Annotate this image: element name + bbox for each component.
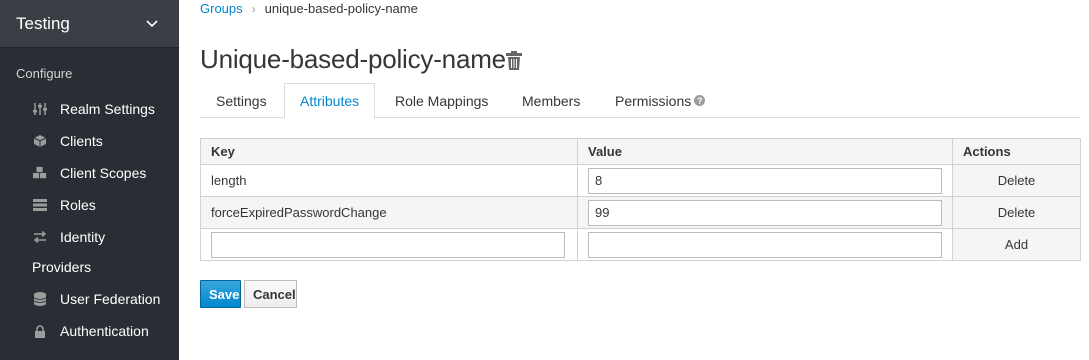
section-label-configure: Configure — [16, 66, 73, 81]
help-icon[interactable]: ? — [694, 95, 706, 106]
tab-label: Role Mappings — [395, 92, 489, 109]
sidebar-item-label: Providers — [32, 259, 92, 275]
tab-permissions[interactable]: Permissions ? — [600, 83, 720, 118]
new-value-input[interactable] — [588, 231, 942, 258]
sidebar-item-label: Authentication — [60, 323, 149, 339]
action-cell: Add — [952, 228, 1081, 261]
save-button[interactable]: Save — [200, 280, 241, 308]
realm-selector[interactable]: Testing — [0, 0, 179, 48]
sidebar-item-clients[interactable]: Clients — [0, 127, 179, 155]
breadcrumb-current: unique-based-policy-name — [264, 1, 418, 16]
attribute-value-cell — [577, 164, 953, 197]
sidebar-item-label: Roles — [60, 197, 96, 213]
database-icon — [33, 292, 47, 306]
tab-bar: Settings Attributes Role Mappings Member… — [200, 83, 1080, 119]
cubes-icon — [33, 166, 47, 180]
attribute-key: length — [200, 164, 578, 197]
cancel-button[interactable]: Cancel — [244, 280, 297, 308]
table-row: forceExpiredPasswordChange Delete — [200, 196, 1081, 229]
exchange-icon — [33, 230, 47, 244]
sidebar-item-label: User Federation — [60, 291, 161, 307]
sidebar-item-label: Client Scopes — [60, 165, 147, 181]
breadcrumb-separator-icon: › — [251, 1, 256, 16]
sidebar-item-identity-providers[interactable]: Identity — [0, 223, 179, 251]
sidebar-item-client-scopes[interactable]: Client Scopes — [0, 159, 179, 187]
breadcrumb-groups-link[interactable]: Groups — [200, 1, 243, 16]
table-header-row: Key Value Actions — [200, 138, 1081, 165]
tab-label: Members — [522, 92, 581, 109]
add-button[interactable]: Add — [1005, 237, 1028, 252]
attribute-key: forceExpiredPasswordChange — [200, 196, 578, 229]
attributes-table: Key Value Actions length Delete forceExp… — [200, 138, 1081, 261]
attribute-value-cell — [577, 196, 953, 229]
attribute-value-input[interactable] — [588, 167, 942, 194]
sidebar-item-realm-settings[interactable]: Realm Settings — [0, 95, 179, 123]
tab-members[interactable]: Members — [507, 83, 595, 118]
sidebar-item-providers-line[interactable]: Providers — [0, 253, 179, 281]
sidebar-item-label: Identity — [60, 229, 106, 245]
table-row-new: Add — [200, 228, 1081, 261]
new-value-cell — [577, 228, 953, 261]
cube-icon — [33, 134, 47, 148]
delete-button[interactable]: Delete — [998, 173, 1036, 188]
sidebar-item-authentication[interactable]: Authentication — [0, 317, 179, 345]
sliders-icon — [33, 102, 47, 116]
sidebar-item-roles[interactable]: Roles — [0, 191, 179, 219]
sidebar-item-user-federation[interactable]: User Federation — [0, 285, 179, 313]
sidebar-item-label: Clients — [60, 133, 103, 149]
delete-button[interactable]: Delete — [998, 205, 1036, 220]
tab-role-mappings[interactable]: Role Mappings — [380, 83, 503, 118]
attribute-value-input[interactable] — [588, 199, 942, 226]
chevron-down-icon — [145, 17, 159, 31]
new-key-input[interactable] — [211, 231, 565, 258]
column-header-actions: Actions — [952, 138, 1081, 165]
trash-icon[interactable] — [506, 51, 522, 70]
new-key-cell — [200, 228, 578, 261]
lock-icon — [33, 324, 47, 338]
column-header-key: Key — [200, 138, 578, 165]
sidebar: Testing Configure Realm Settings Clients… — [0, 0, 179, 360]
sidebar-item-label: Realm Settings — [60, 101, 155, 117]
tab-attributes[interactable]: Attributes — [284, 83, 376, 119]
breadcrumb: Groups › unique-based-policy-name — [200, 1, 418, 16]
tab-label: Attributes — [300, 93, 360, 109]
column-header-value: Value — [577, 138, 953, 165]
action-cell: Delete — [952, 164, 1081, 197]
tab-label: Permissions — [615, 92, 692, 109]
list-icon — [33, 198, 47, 212]
tab-label: Settings — [216, 92, 267, 109]
realm-name: Testing — [16, 13, 70, 33]
action-cell: Delete — [952, 196, 1081, 229]
tab-settings[interactable]: Settings — [201, 83, 282, 118]
table-row: length Delete — [200, 164, 1081, 197]
page-title: Unique-based-policy-name — [200, 44, 506, 74]
